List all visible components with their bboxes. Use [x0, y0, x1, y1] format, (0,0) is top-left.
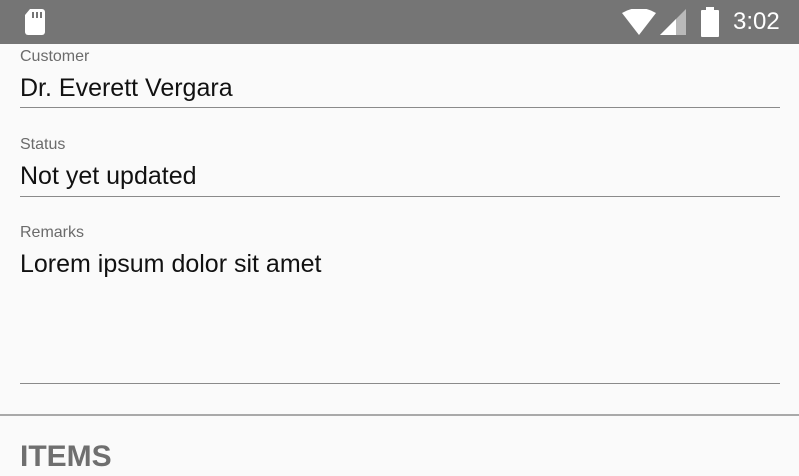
- remarks-field[interactable]: Remarks Lorem ipsum dolor sit amet: [20, 224, 780, 386]
- customer-value[interactable]: Dr. Everett Vergara: [20, 74, 233, 103]
- remarks-label: Remarks: [20, 224, 85, 241]
- status-bar-time: 3:02: [733, 8, 780, 35]
- status-bar: 3:02: [0, 0, 799, 44]
- status-field[interactable]: Status Not yet updated: [20, 136, 780, 198]
- battery-icon: [701, 7, 719, 37]
- customer-field[interactable]: Customer Dr. Everett Vergara: [20, 48, 780, 110]
- section-divider: [0, 414, 799, 416]
- items-heading: ITEMS: [20, 440, 112, 473]
- status-label: Status: [20, 136, 66, 153]
- sd-card-icon: [25, 9, 45, 35]
- customer-underline: [20, 107, 780, 108]
- status-value[interactable]: Not yet updated: [20, 162, 197, 191]
- wifi-icon: [622, 9, 656, 35]
- status-underline: [20, 196, 780, 197]
- remarks-underline: [20, 383, 780, 384]
- customer-label: Customer: [20, 48, 90, 65]
- cell-signal-icon: [660, 9, 686, 35]
- remarks-value[interactable]: Lorem ipsum dolor sit amet: [20, 250, 322, 279]
